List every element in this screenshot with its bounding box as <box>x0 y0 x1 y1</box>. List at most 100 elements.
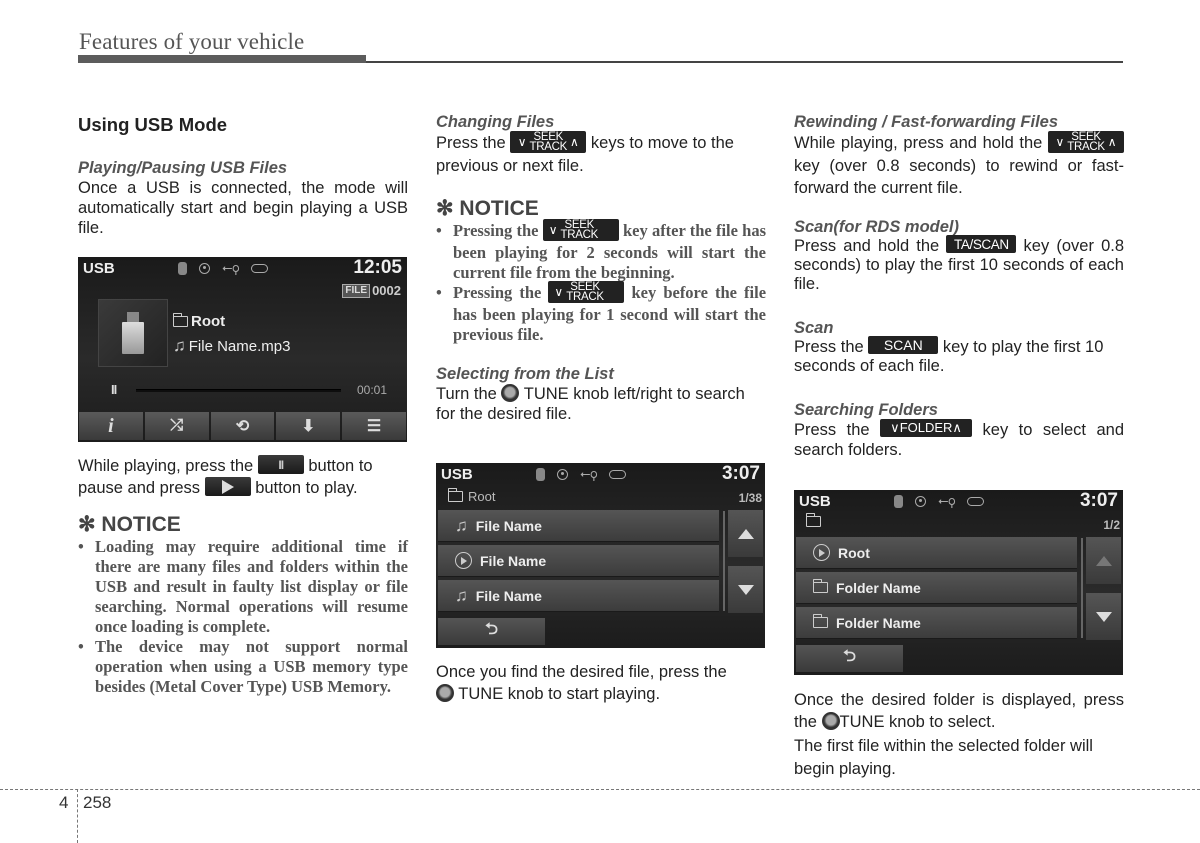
first-file-text: The first file within the selected folde… <box>794 737 1093 778</box>
back-icon: ⮌ <box>485 621 498 638</box>
scroll-up-button[interactable] <box>1086 537 1121 584</box>
page-header-title: Features of your vehicle <box>79 29 305 54</box>
status-bar: USB ⭠⚲ 12:05 <box>78 257 407 279</box>
playing-text: Once a USB is connected, the mode will a… <box>78 179 408 237</box>
music-note-icon: ♫ <box>455 585 468 605</box>
list-item[interactable]: Folder Name <box>796 607 1077 639</box>
control-bar: i ⤮ ⟲ ⬇ ☰ <box>79 412 406 440</box>
notice-item: Pressing the ∨ SEEKTRACK key after the f… <box>436 218 766 283</box>
notice-item: Pressing the ∨ SEEKTRACK key before the … <box>436 281 766 345</box>
notice-list: Loading may require additional time if t… <box>78 537 408 697</box>
page-count: 1/2 <box>1103 518 1120 532</box>
chapter-number: 4 <box>59 793 69 812</box>
column-1: Using USB Mode Playing/Pausing USB Files… <box>78 112 408 238</box>
file-number: 0002 <box>372 283 401 298</box>
shuffle-button[interactable]: ⤮ <box>144 412 209 440</box>
usb-file-list-screen: USB ⭠⚲ 3:07 Root 1/38 ♫ File Name File N… <box>436 463 765 648</box>
save-icon: ⬇ <box>301 418 315 435</box>
back-icon: ⮌ <box>843 648 856 665</box>
page-count: 1/38 <box>738 491 762 505</box>
scan-text: Press the SCAN key to play the first 10 … <box>794 336 1104 375</box>
notice-title: ✻ NOTICE <box>78 513 181 536</box>
disc-icon <box>199 262 210 274</box>
bluetooth-icon <box>178 261 187 275</box>
folder-icon <box>812 614 828 628</box>
mode-label: USB <box>83 259 115 277</box>
clock: 12:05 <box>353 257 402 278</box>
scrollbar[interactable] <box>1081 538 1083 638</box>
disc-icon <box>915 495 926 507</box>
clock: 3:07 <box>721 463 760 484</box>
current-folder: Root <box>172 313 225 330</box>
seek-track-key: ∨ SEEK TRACK ∧ <box>1048 130 1125 153</box>
footer-divider <box>77 789 78 843</box>
music-note-icon: ♫ <box>455 515 468 535</box>
tune-knob-icon <box>821 711 840 730</box>
save-button[interactable]: ⬇ <box>276 412 341 440</box>
rds-scan-text: Press and hold the TA/SCAN key (over 0.8… <box>794 235 1125 293</box>
selecting-text: Turn the TUNE knob left/right to search … <box>436 383 745 424</box>
folder-icon <box>447 488 463 502</box>
down-arrow-icon <box>737 584 754 595</box>
mode-label: USB <box>799 492 831 510</box>
pause-icon[interactable]: II <box>111 382 117 397</box>
column-3: Rewinding / Fast-forwarding Files While … <box>794 112 1125 460</box>
footer-rule <box>0 789 1200 790</box>
pause-play-text: While playing, press the II button to pa… <box>78 455 373 497</box>
notice-list: Pressing the ∨ SEEKTRACK key after the f… <box>436 218 766 345</box>
music-note-icon: ♫ <box>173 336 186 355</box>
column-2: Changing Files Press the ∨ SEEK TRACK ∧ k… <box>436 112 766 424</box>
section-heading-using-usb: Using USB Mode <box>78 114 228 135</box>
list-item[interactable]: File Name <box>438 545 719 577</box>
folders-text: Press the ∨ FOLDER ∧ key to select and s… <box>794 419 1124 459</box>
back-button[interactable]: ⮌ <box>438 618 545 645</box>
back-button[interactable]: ⮌ <box>796 645 903 672</box>
repeat-icon: ⟲ <box>235 418 250 435</box>
current-path <box>805 513 826 527</box>
elapsed-time: 00:01 <box>356 383 387 397</box>
status-bar: USB ⭠⚲ 3:07 <box>794 490 1123 512</box>
list-item[interactable]: ♫ File Name <box>438 580 719 612</box>
repeat-button[interactable]: ⟲ <box>210 412 275 440</box>
folder-icon <box>812 579 828 593</box>
scroll-down-button[interactable] <box>1086 593 1121 640</box>
play-circle-icon <box>455 552 472 569</box>
list-item[interactable]: Folder Name <box>796 572 1077 604</box>
changing-files-text: Press the ∨ SEEK TRACK ∧ keys to move to … <box>436 130 734 175</box>
usb-folder-list-screen: USB ⭠⚲ 3:07 1/2 Root Folder Name Folder … <box>794 490 1123 675</box>
down-arrow-icon <box>1095 611 1112 622</box>
progress-bar[interactable] <box>136 389 341 392</box>
subheading-scan-rds: Scan(for RDS model) <box>794 217 960 236</box>
notice-title: ✻ NOTICE <box>436 196 539 220</box>
column-1-lower: While playing, press the II button to pa… <box>78 455 408 697</box>
battery-icon <box>251 263 269 273</box>
list-item[interactable]: ♫ File Name <box>438 510 719 542</box>
subheading-searching-folders: Searching Folders <box>794 400 938 419</box>
seek-track-key: ∨ SEEK TRACK <box>542 218 619 241</box>
bluetooth-icon <box>894 494 903 508</box>
disc-icon <box>557 468 568 480</box>
usb-icon: ⭠⚲ <box>938 493 956 508</box>
current-path: Root <box>447 488 495 504</box>
bluetooth-icon <box>536 467 545 481</box>
tune-knob-icon <box>501 383 520 402</box>
tune-knob-icon <box>436 683 454 702</box>
rewind-text: While playing, press and hold the ∨ SEEK… <box>794 130 1125 197</box>
subheading-scan: Scan <box>794 318 834 337</box>
list-button[interactable]: ☰ <box>342 412 406 440</box>
seek-track-key: ∨ SEEK TRACK ∧ <box>510 130 587 153</box>
file-tag: FILE <box>342 283 371 298</box>
scroll-down-button[interactable] <box>728 566 763 613</box>
column-3-lower: Once the desired folder is displayed, pr… <box>794 689 1124 781</box>
list-item[interactable]: Root <box>796 537 1077 569</box>
scan-key: SCAN <box>868 336 939 355</box>
scroll-up-button[interactable] <box>728 510 763 557</box>
info-button[interactable]: i <box>79 412 143 440</box>
pause-key: II <box>257 455 304 475</box>
info-icon: i <box>108 414 114 437</box>
status-bar: USB ⭠⚲ 3:07 <box>436 463 765 485</box>
subheading-playing-pausing: Playing/Pausing USB Files <box>78 159 288 177</box>
scrollbar[interactable] <box>723 511 725 611</box>
subheading-selecting-list: Selecting from the List <box>436 365 614 384</box>
album-art <box>98 299 168 367</box>
